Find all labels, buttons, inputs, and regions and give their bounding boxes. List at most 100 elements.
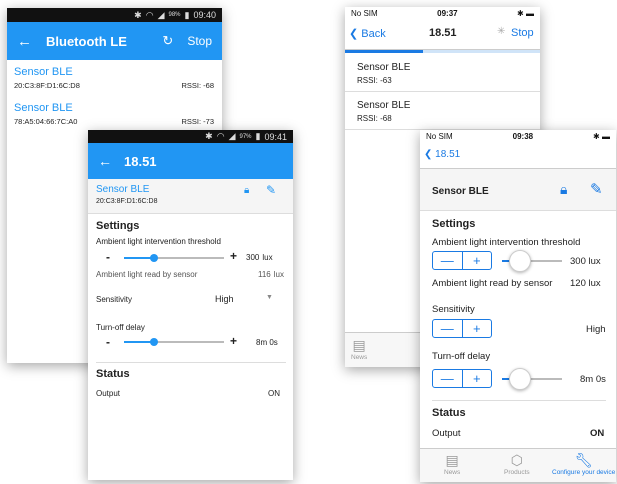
sensitivity-minus-button[interactable]: — [433, 320, 462, 337]
delay-slider-knob[interactable] [509, 368, 531, 390]
news-icon: ▤ [445, 452, 459, 468]
device-rssi: RSSI: -73 [181, 117, 214, 126]
threshold-slider-knob[interactable] [509, 250, 531, 272]
ios-device-screen: No SIM 09:38 ✱ ▬ ❮ 18.51 Sensor BLE 🔒︎ ✎… [420, 130, 616, 482]
edit-icon[interactable]: ✎ [590, 180, 603, 198]
sensitivity-plus-button[interactable]: + [461, 320, 492, 337]
status-heading: Status [432, 407, 466, 419]
settings-heading: Settings [432, 218, 476, 230]
device-name: Sensor BLE [357, 62, 411, 73]
divider [96, 362, 286, 363]
sensitivity-label: Sensitivity [432, 304, 475, 315]
dropdown-arrow-icon: ▼ [266, 294, 273, 301]
device-rssi: RSSI: -63 [357, 76, 392, 85]
bluetooth-icon: ✱ [134, 9, 142, 20]
threshold-plus-button[interactable]: + [230, 249, 237, 263]
output-label: Output [96, 389, 121, 398]
threshold-slider-knob[interactable] [150, 254, 158, 262]
tab-news[interactable]: ▤ News [444, 452, 460, 476]
tab-configure[interactable]: 🔧︎ Configure your device [552, 452, 615, 476]
delay-slider-knob[interactable] [150, 338, 158, 346]
lock-icon[interactable]: 🔒︎ [560, 181, 567, 198]
threshold-minus-button[interactable]: - [106, 250, 110, 264]
delay-label: Turn-off delay [432, 351, 491, 362]
refresh-icon[interactable]: ↻ [162, 33, 173, 49]
battery-percent: 97% [239, 133, 252, 140]
tab-news[interactable]: ▤ News [351, 337, 367, 361]
device-name: Sensor BLE [432, 186, 489, 197]
tab-news-label: News [444, 469, 461, 476]
tab-products-label: Products [504, 469, 530, 476]
delay-minus-button[interactable]: — [433, 370, 462, 387]
device-list-item[interactable]: Sensor BLE RSSI: -63 [345, 54, 540, 92]
back-arrow-icon[interactable]: ← [17, 33, 32, 50]
back-label: 18.51 [435, 149, 461, 160]
device-name: Sensor BLE [14, 102, 73, 114]
settings-heading: Settings [96, 220, 140, 232]
device-header: Sensor BLE 🔒︎ ✎ [420, 169, 616, 211]
delay-slider[interactable] [502, 368, 562, 390]
back-button[interactable]: ❮ Back [349, 27, 386, 40]
threshold-label: Ambient light intervention threshold [432, 237, 581, 248]
device-rssi: RSSI: -68 [357, 114, 392, 123]
lock-icon[interactable]: 🔒︎ [244, 185, 249, 196]
device-name: Sensor BLE [96, 184, 150, 195]
threshold-stepper[interactable]: — + [432, 251, 492, 270]
page-title: 18.51 [429, 27, 457, 39]
threshold-minus-button[interactable]: — [433, 252, 462, 269]
sensitivity-dropdown[interactable]: High ▼ [208, 292, 286, 306]
threshold-value: 300 lux [570, 256, 601, 267]
edit-icon[interactable]: ✎ [266, 183, 276, 197]
tab-news-label: News [351, 354, 368, 361]
back-arrow-icon[interactable]: ← [98, 153, 112, 169]
android-app-bar: ← Bluetooth LE ↻ Stop [7, 22, 222, 60]
threshold-slider[interactable] [502, 250, 562, 272]
delay-plus-button[interactable]: + [461, 370, 492, 387]
device-list-item[interactable]: Sensor BLE 20:C3:8F:D1:6C:D8 RSSI: -68 [14, 66, 214, 90]
wifi-icon: ◠ [216, 131, 225, 141]
tab-products[interactable]: ⬡ Products [504, 452, 530, 476]
device-mac: 20:C3:8F:D1:6C:D8 [14, 81, 80, 90]
threshold-unit: lux [262, 253, 273, 262]
delay-value: 8m 0s [256, 338, 278, 347]
carrier: No SIM [351, 9, 378, 18]
tab-bar: ▤ News ⬡ Products 🔧︎ Configure your devi… [420, 448, 616, 482]
spinner-icon: ✳ [497, 26, 506, 37]
delay-stepper[interactable]: — + [432, 369, 492, 388]
battery-percent: 98% [168, 12, 181, 18]
wrench-icon: 🔧︎ [574, 452, 593, 468]
device-name: Sensor BLE [14, 66, 73, 78]
delay-slider[interactable] [124, 338, 224, 348]
status-time: 09:40 [193, 10, 216, 20]
carrier: No SIM [426, 132, 453, 141]
delay-value: 8m 0s [580, 374, 606, 385]
delay-minus-button[interactable]: - [106, 335, 110, 349]
status-time: 09:37 [437, 9, 458, 18]
back-button[interactable]: ❮ 18.51 [424, 149, 460, 160]
read-label: Ambient light read by sensor [432, 278, 553, 289]
ios-status-bar: No SIM 09:37 ✱ ▬ [345, 7, 540, 20]
ios-nav-bar: ❮ Back 18.51 ✳ Stop [345, 20, 540, 50]
device-mac: 78:A5:04:66:7C:A0 [14, 117, 78, 126]
status-heading: Status [96, 368, 130, 380]
delay-plus-button[interactable]: + [230, 334, 237, 348]
android-app-bar: ← 18.51 [88, 143, 293, 179]
sensitivity-stepper[interactable]: — + [432, 319, 492, 338]
delay-label: Turn-off delay [96, 323, 145, 332]
read-unit: lux [273, 270, 284, 279]
signal-icon: ◢ [228, 131, 236, 141]
threshold-plus-button[interactable]: + [461, 252, 492, 269]
stop-button[interactable]: Stop [187, 34, 212, 48]
device-rssi: RSSI: -68 [181, 81, 214, 90]
threshold-slider[interactable] [124, 254, 224, 264]
read-value: 120 lux [570, 278, 601, 289]
battery-icon: ✱ ▬ [517, 9, 534, 18]
device-list-item[interactable]: Sensor BLE 78:A5:04:66:7C:A0 RSSI: -73 [14, 102, 214, 126]
stop-button[interactable]: Stop [511, 27, 534, 39]
page-title: 18.51 [124, 153, 157, 169]
device-list-item[interactable]: Sensor BLE RSSI: -68 [345, 92, 540, 130]
android-status-bar: ✱ ◠ ◢ 97% ▮ 09:41 [88, 130, 293, 143]
sensitivity-value: High [586, 324, 606, 335]
tab-configure-label: Configure your device [552, 469, 616, 476]
output-label: Output [432, 428, 461, 439]
